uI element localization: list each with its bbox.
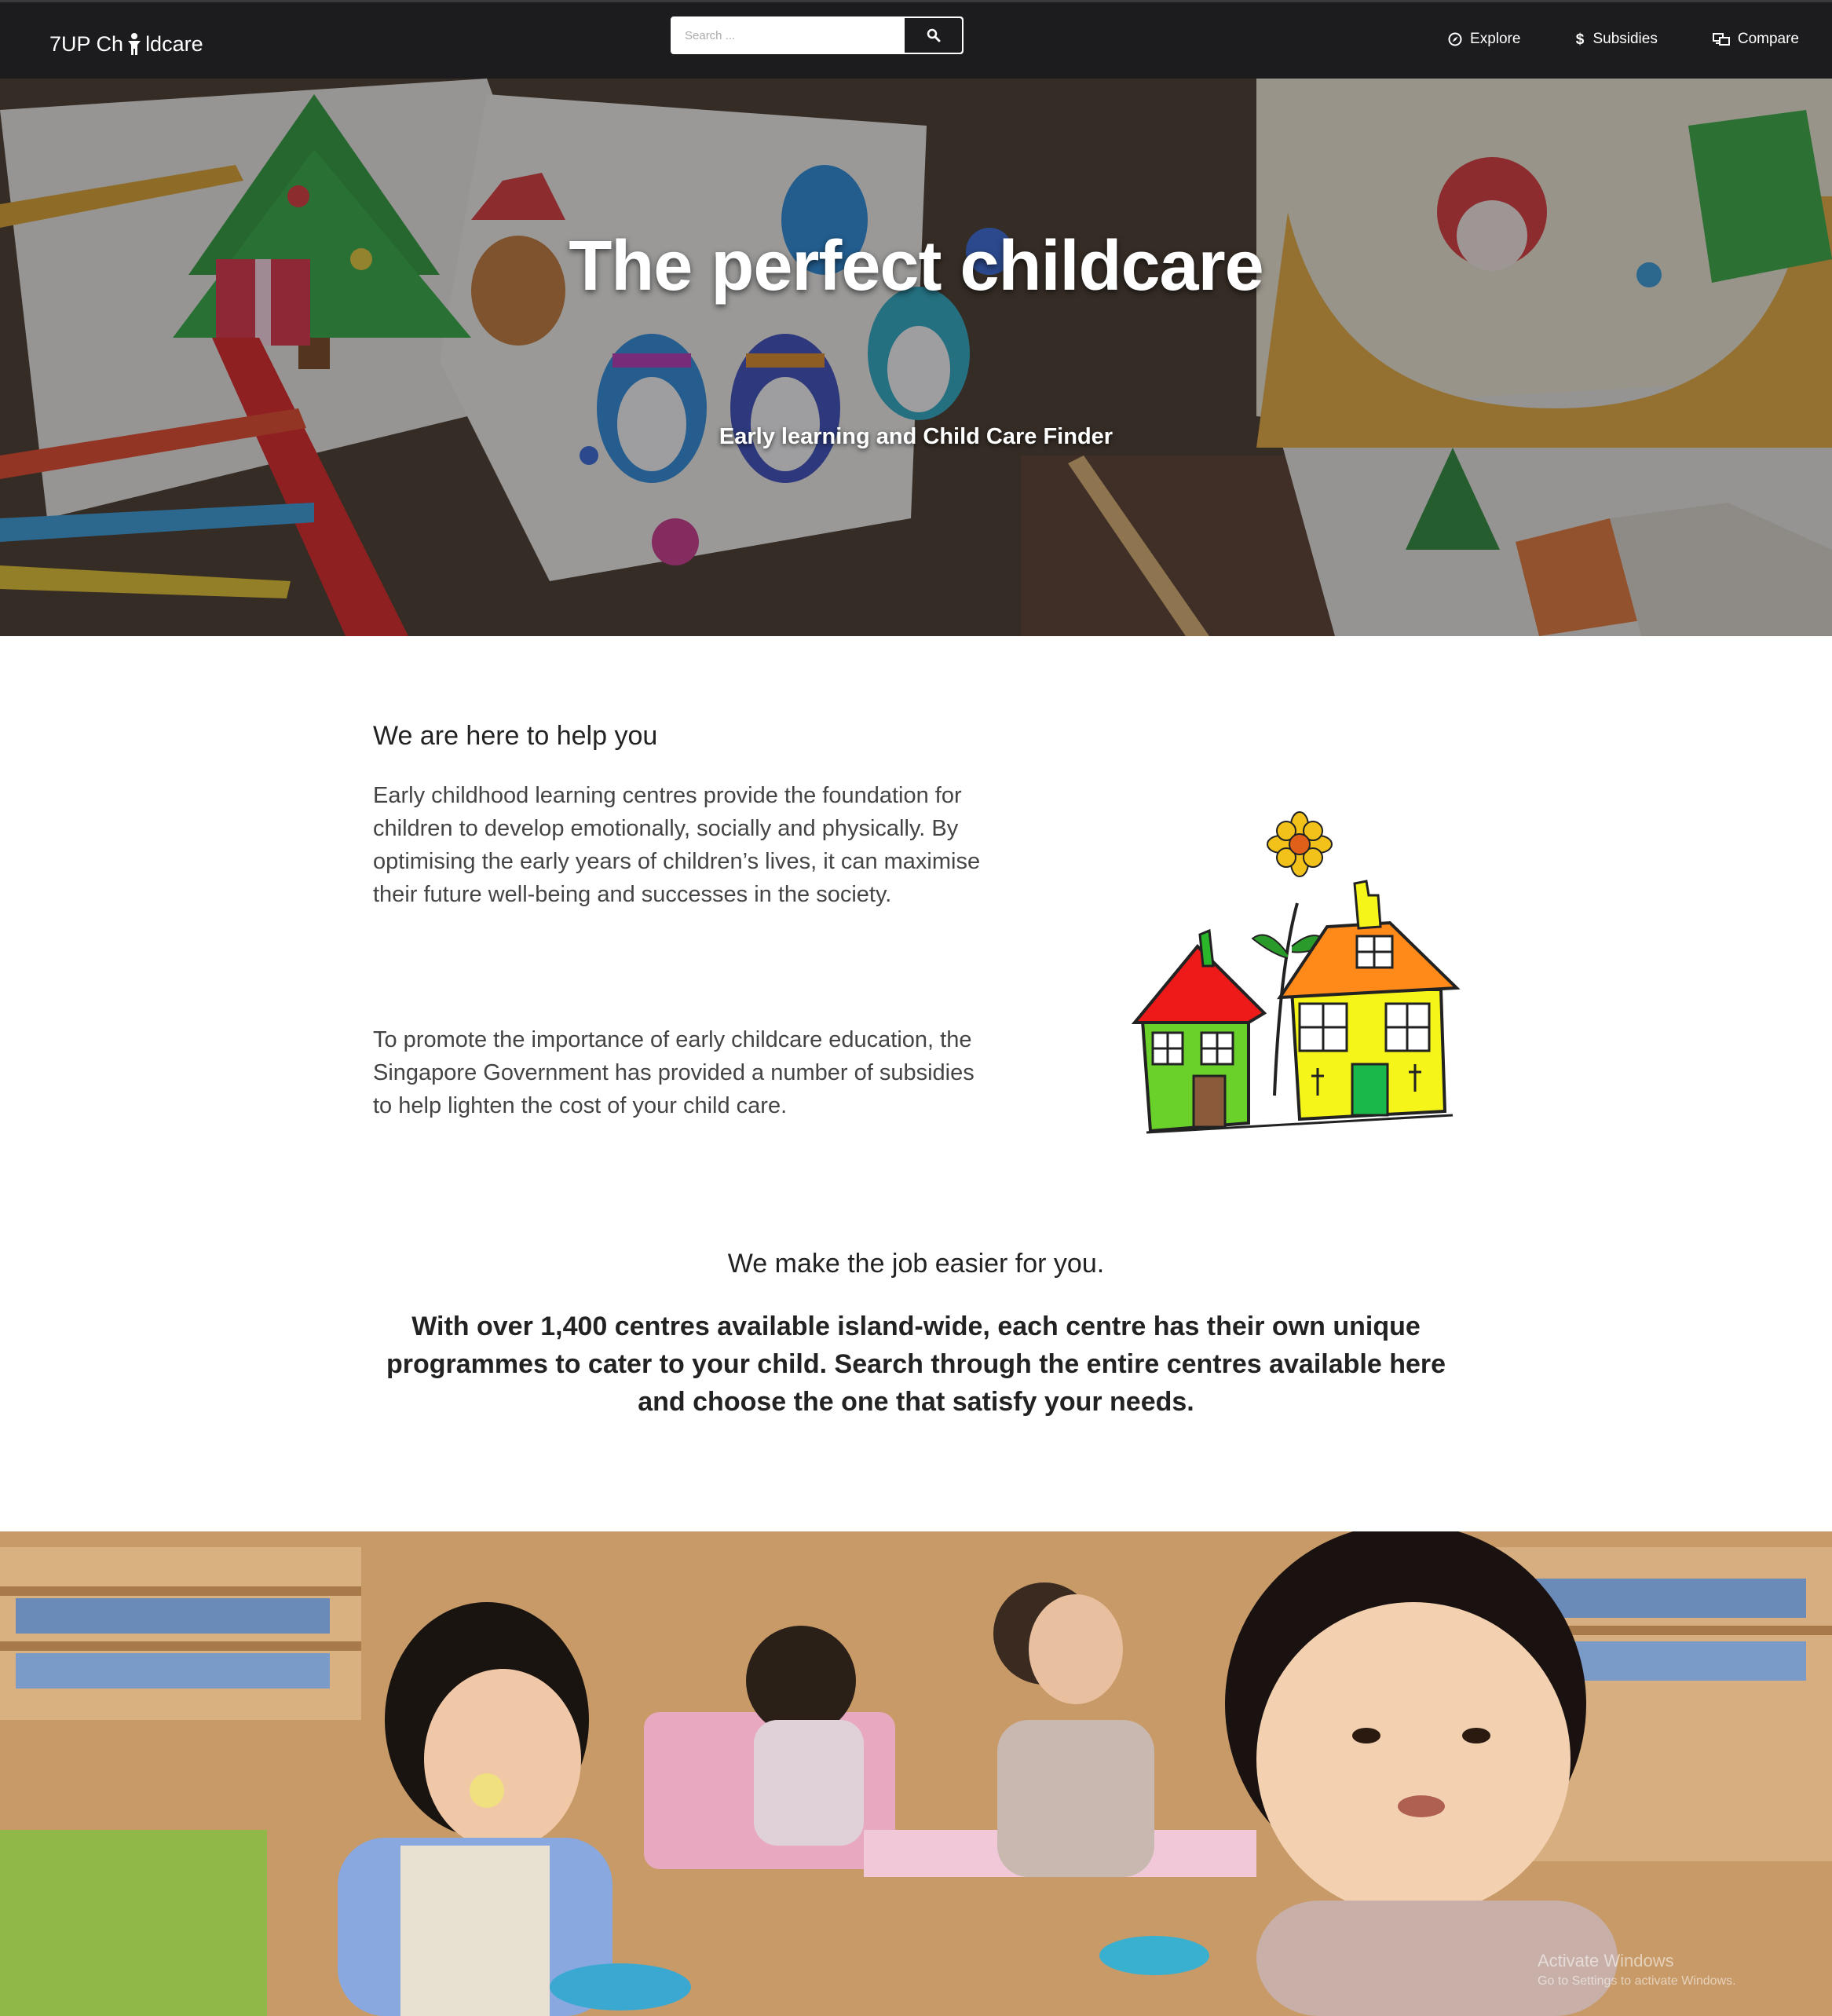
hero-subtitle: Early learning and Child Care Finder bbox=[719, 424, 1113, 449]
feature-text: With over 1,400 centres available island… bbox=[386, 1312, 1446, 1417]
nav-compare-label: Compare bbox=[1737, 31, 1799, 47]
search-bar bbox=[671, 16, 964, 54]
hero-title: The perfect childcare bbox=[569, 227, 1263, 306]
about-paragraph-1: Early childhood learning centres provide… bbox=[373, 783, 981, 907]
compare-icon bbox=[1712, 33, 1730, 46]
child-icon bbox=[128, 33, 141, 55]
search-icon bbox=[927, 28, 940, 42]
nav-subsidies-label: Subsidies bbox=[1592, 31, 1658, 47]
compass-icon bbox=[1448, 32, 1462, 46]
watermark-line-2: Go to Settings to activate Windows. bbox=[1538, 1974, 1736, 1988]
feature-heading: We make the job easier for you. bbox=[727, 1249, 1105, 1279]
nav-explore-label: Explore bbox=[1470, 31, 1521, 47]
navbar: 7UP Ch ldcare Explore $ Subsid bbox=[0, 0, 1832, 79]
house-illustration bbox=[1131, 811, 1461, 1134]
svg-text:$: $ bbox=[1576, 31, 1585, 47]
children-photo bbox=[0, 1531, 1832, 2016]
watermark-line-1: Activate Windows bbox=[1538, 1951, 1674, 1970]
children-photo-image bbox=[0, 1531, 1832, 2016]
dollar-icon: $ bbox=[1576, 31, 1585, 47]
search-input[interactable] bbox=[672, 18, 905, 53]
brand-suffix: ldcare bbox=[145, 31, 203, 56]
nav-compare[interactable]: Compare bbox=[1712, 31, 1799, 48]
hero-overlay bbox=[0, 79, 1832, 636]
brand-logo[interactable]: 7UP Ch ldcare bbox=[49, 28, 203, 60]
nav-menu: Explore $ Subsidies Compare bbox=[1448, 31, 1799, 48]
brand-prefix: 7UP Ch bbox=[49, 31, 124, 56]
search-button[interactable] bbox=[905, 18, 962, 53]
nav-explore[interactable]: Explore bbox=[1448, 31, 1520, 48]
nav-subsidies[interactable]: $ Subsidies bbox=[1575, 31, 1658, 48]
about-paragraph-2: To promote the importance of early child… bbox=[373, 1027, 975, 1118]
hero-banner: The perfect childcare Early learning and… bbox=[0, 79, 1832, 636]
activate-windows-watermark: Activate Windows Go to Settings to activ… bbox=[1538, 1951, 1736, 1992]
about-heading: We are here to help you bbox=[373, 721, 658, 751]
